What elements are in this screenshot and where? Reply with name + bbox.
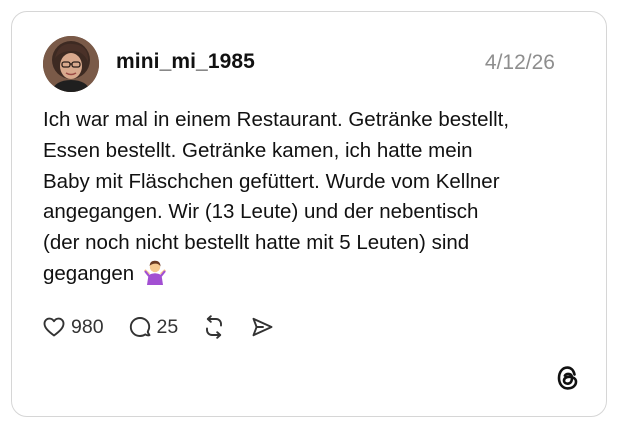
avatar-photo [43,36,99,92]
person-shrugging-emoji [143,260,166,285]
like-count: 980 [71,315,104,338]
post-card: mini_mi_1985 4/12/26 Ich war mal in eine… [11,11,607,417]
reply-count: 25 [156,315,179,338]
avatar[interactable] [43,36,99,92]
repost-icon [206,315,223,339]
send-icon [252,317,273,337]
action-bar: 980 25 [42,312,274,342]
repost-button[interactable] [202,315,226,339]
reply-button[interactable]: 25 [128,315,179,339]
threads-logo[interactable] [554,364,582,392]
share-button[interactable] [250,315,274,339]
post-date: 4/12/26 [484,51,555,74]
post-body: Ich war mal in einem Restaurant. Getränk… [43,108,510,285]
like-button[interactable]: 980 [42,315,104,339]
speech-bubble-icon [129,317,150,337]
username[interactable]: mini_mi_1985 [116,50,255,74]
heart-icon [43,317,65,337]
post-text: Ich war mal in einem Restaurant. Getränk… [43,105,588,290]
